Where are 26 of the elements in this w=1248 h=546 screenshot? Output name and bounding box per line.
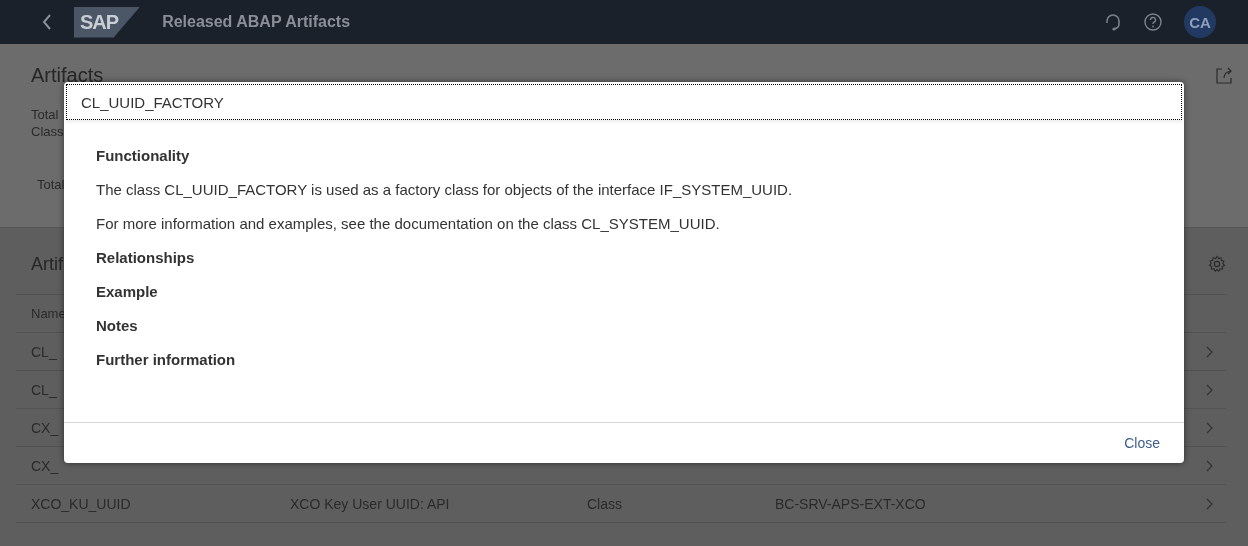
share-icon[interactable]	[1215, 66, 1233, 85]
section-heading: Further information	[96, 350, 237, 370]
settings-icon[interactable]	[1208, 255, 1226, 273]
user-avatar[interactable]: CA	[1184, 6, 1216, 38]
help-icon[interactable]	[1144, 13, 1162, 31]
header-label: Total	[31, 107, 60, 122]
chevron-right-icon[interactable]	[1206, 421, 1213, 434]
chevron-right-icon[interactable]	[1206, 383, 1213, 396]
app-title: Released ABAP Artifacts	[162, 13, 351, 31]
paragraph: The class CL_UUID_FACTORY is used as a factory class for objects of the interface IF_SYSTEM_UUID.	[96, 180, 794, 200]
headset-icon[interactable]	[1104, 13, 1122, 31]
section-heading: Notes	[96, 316, 139, 336]
chevron-right-icon[interactable]	[1206, 459, 1213, 472]
table-title: Artif	[31, 253, 63, 275]
section-heading: Example	[96, 282, 159, 302]
paragraph: For more information and examples, see the documentation on the class CL_SYSTEM_UUID.	[96, 214, 721, 234]
chevron-right-icon[interactable]	[1206, 345, 1213, 358]
header-label: Class	[31, 124, 65, 139]
section-heading: Functionality	[96, 146, 191, 166]
dialog-title: CL_UUID_FACTORY	[66, 84, 1182, 120]
page-title: Artifacts	[31, 64, 104, 87]
header-tab[interactable]: Total	[37, 177, 65, 192]
chevron-right-icon[interactable]	[1206, 497, 1213, 510]
logo: SAP	[74, 6, 141, 38]
back-icon[interactable]	[42, 14, 52, 30]
section-heading: Relationships	[96, 248, 196, 268]
